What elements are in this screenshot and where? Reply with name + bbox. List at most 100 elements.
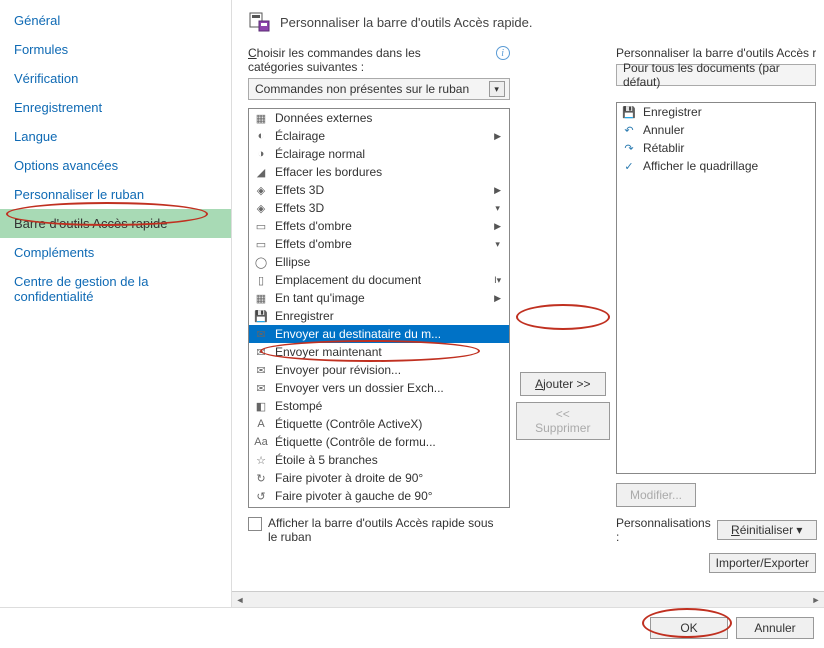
command-item[interactable]: ◐ Éclairage ▶ <box>249 127 509 145</box>
command-item[interactable]: ✉ Envoyer vers un dossier Exch... <box>249 379 509 397</box>
command-item[interactable]: ◈Effets 3D▶ <box>249 181 509 199</box>
sidebar-item-quick-access[interactable]: Barre d'outils Accès rapide <box>0 209 231 238</box>
reset-button[interactable]: Réinitialiser ▾Réinitialiser ▾ <box>717 520 817 540</box>
command-item[interactable]: A Étiquette (Contrôle ActiveX) <box>249 415 509 433</box>
command-item[interactable]: ◈Effets 3D▾ <box>249 199 509 217</box>
qat-item[interactable]: ✓ Afficher le quadrillage <box>617 157 815 175</box>
category-select[interactable]: Commandes non présentes sur le ruban ▾ <box>248 78 510 100</box>
sidebar-item-advanced[interactable]: Options avancées <box>0 151 231 180</box>
sidebar-item-general[interactable]: Général <box>0 6 231 35</box>
command-icon: ▯ <box>253 272 269 288</box>
qat-item[interactable]: ↶ Annuler <box>617 121 815 139</box>
command-label: Effets 3D <box>275 183 485 197</box>
command-item[interactable]: ◯Ellipse <box>249 253 509 271</box>
command-item[interactable]: ◢Effacer les bordures <box>249 163 509 181</box>
qat-item[interactable]: ↷Rétablir <box>617 139 815 157</box>
command-icon: ▦ <box>253 290 269 306</box>
command-item[interactable]: ▭Effets d'ombre▶ <box>249 217 509 235</box>
command-icon: ✉ <box>253 326 269 342</box>
command-label: Faire pivoter à gauche de 90° <box>275 489 505 503</box>
scroll-left-icon[interactable]: ◄ <box>232 593 248 607</box>
cancel-button[interactable]: Annuler <box>736 617 814 639</box>
command-item[interactable]: ▭Effets d'ombre▾ <box>249 235 509 253</box>
command-icon: Aa <box>253 434 269 450</box>
command-icon: ▭ <box>253 218 269 234</box>
sidebar-item-addins[interactable]: Compléments <box>0 238 231 267</box>
command-label: Envoyer au destinataire du m... <box>275 327 505 341</box>
command-icon: A <box>253 416 269 432</box>
scope-select[interactable]: Pour tous les documents (par défaut) <box>616 64 816 86</box>
sidebar-item-language[interactable]: Langue <box>0 122 231 151</box>
command-label: Étoile à 5 branches <box>275 453 505 467</box>
command-icon: ▦ <box>253 110 269 126</box>
main-panel: Personnaliser la barre d'outils Accès ra… <box>232 0 824 607</box>
command-label: Envoyer pour révision... <box>275 363 505 377</box>
qat-listbox[interactable]: 💾Enregistrer↶ Annuler ↷Rétablir✓ Afficher l… <box>616 102 816 474</box>
command-label: Éclairage <box>275 129 485 143</box>
command-item[interactable]: ↺Faire pivoter à gauche de 90° <box>249 487 509 505</box>
command-label: Données externes <box>275 111 505 125</box>
page-title: Personnaliser la barre d'outils Accès ra… <box>280 15 533 30</box>
customize-qat-label: Personnaliser la barre d'outils Accès ra… <box>616 46 816 60</box>
add-button[interactable]: AAjouter >>jouter >> <box>520 372 606 396</box>
commands-listbox[interactable]: ▦ Données externes ◐ Éclairage ▶ ◑ Éclairage n… <box>248 108 510 508</box>
submenu-icon: ▾ <box>491 237 505 251</box>
command-item[interactable]: 💾 Enregistrer <box>249 307 509 325</box>
category-value: Commandes non présentes sur le ruban <box>255 82 469 96</box>
sidebar-item-save[interactable]: Enregistrement <box>0 93 231 122</box>
ok-button[interactable]: OK <box>650 617 728 639</box>
command-icon: ◐ <box>253 128 269 144</box>
command-icon: ✉ <box>253 380 269 396</box>
command-label: Effets d'ombre <box>275 219 485 233</box>
horizontal-scrollbar[interactable]: ◄ ► <box>232 591 824 607</box>
sidebar-item-formulas[interactable]: Formules <box>0 35 231 64</box>
modify-button[interactable]: Modifier... <box>616 483 696 507</box>
command-item[interactable]: ☆Étoile à 5 branches <box>249 451 509 469</box>
qat-item-label: Annuler <box>643 123 811 137</box>
command-label: Emplacement du document <box>275 273 485 287</box>
remove-button[interactable]: << Supprimer <box>516 402 610 440</box>
scroll-right-icon[interactable]: ► <box>808 593 824 607</box>
command-item[interactable]: ✉ Envoyer maintenant <box>249 343 509 361</box>
qat-item-icon: ↶ <box>621 122 637 138</box>
command-label: Enregistrer <box>275 309 505 323</box>
command-label: Éclairage normal <box>275 147 505 161</box>
command-label: Étiquette (Contrôle ActiveX) <box>275 417 505 431</box>
info-icon[interactable]: i <box>496 46 510 60</box>
command-item[interactable]: ▦En tant qu'image▶ <box>249 289 509 307</box>
command-item[interactable]: ◑ Éclairage normal <box>249 145 509 163</box>
show-below-ribbon-checkbox[interactable] <box>248 517 262 531</box>
choose-commands-label: CChoisir les commandes dans les catégori… <box>248 46 421 74</box>
command-item[interactable]: ✉Envoyer pour révision... <box>249 361 509 379</box>
dialog-footer: OK Annuler <box>0 608 824 648</box>
command-item[interactable]: ◧ Estompé <box>249 397 509 415</box>
command-icon: ◑ <box>253 146 269 162</box>
command-label: Estompé <box>275 399 505 413</box>
submenu-icon: ▶ <box>491 129 505 143</box>
command-icon: ◧ <box>253 398 269 414</box>
command-icon: ✉ <box>253 344 269 360</box>
command-item[interactable]: ▯ Emplacement du document I▾ <box>249 271 509 289</box>
sidebar-item-customize-ribbon[interactable]: Personnaliser le ruban <box>0 180 231 209</box>
sidebar-item-trust-center[interactable]: Centre de gestion de la confidentialité <box>0 267 231 311</box>
command-label: Envoyer vers un dossier Exch... <box>275 381 505 395</box>
submenu-icon: ▶ <box>491 183 505 197</box>
submenu-icon: I▾ <box>491 273 505 287</box>
command-item[interactable]: ▦ Données externes <box>249 109 509 127</box>
command-item[interactable]: AaÉtiquette (Contrôle de formu... <box>249 433 509 451</box>
qat-item-label: Rétablir <box>643 141 811 155</box>
scope-value: Pour tous les documents (par défaut) <box>623 61 811 89</box>
import-export-button[interactable]: Importer/Exporter <box>709 553 816 573</box>
command-item[interactable]: ✉ Envoyer au destinataire du m... <box>249 325 509 343</box>
command-icon: ▭ <box>253 236 269 252</box>
qat-item-label: Afficher le quadrillage <box>643 159 811 173</box>
qat-item-icon: 💾 <box>621 104 637 120</box>
chevron-down-icon: ▾ <box>489 81 505 97</box>
command-item[interactable]: ↻Faire pivoter à droite de 90° <box>249 469 509 487</box>
command-icon: 💾 <box>253 308 269 324</box>
sidebar-item-verification[interactable]: Vérification <box>0 64 231 93</box>
qat-item-icon: ✓ <box>621 158 637 174</box>
command-label: Envoyer maintenant <box>275 345 505 359</box>
command-icon: ◯ <box>253 254 269 270</box>
qat-item[interactable]: 💾Enregistrer <box>617 103 815 121</box>
